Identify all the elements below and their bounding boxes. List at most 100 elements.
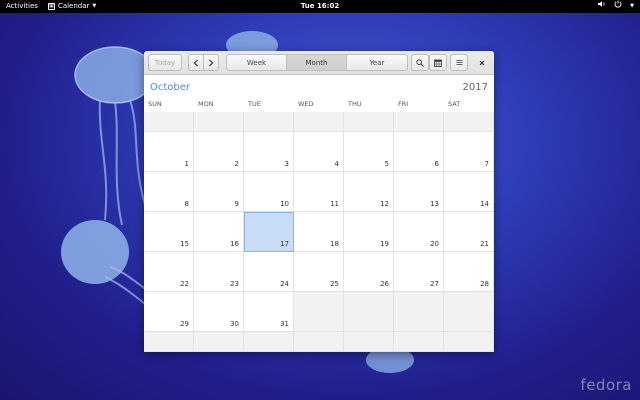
day-cell[interactable]: 11 (294, 172, 344, 212)
day-cell[interactable]: 13 (394, 172, 444, 212)
weekday-label: MON (198, 100, 214, 108)
view-month-button[interactable]: Month (286, 54, 347, 71)
day-cell[interactable]: 31 (244, 292, 294, 332)
power-icon (614, 0, 622, 13)
hamburger-icon (456, 60, 462, 65)
day-number: 28 (480, 280, 489, 288)
day-cell[interactable]: 12 (344, 172, 394, 212)
day-cell[interactable] (194, 332, 244, 352)
day-cell[interactable]: 8 (144, 172, 194, 212)
dropdown-arrow-icon: ▼ (92, 3, 97, 9)
day-cell[interactable] (294, 292, 344, 332)
day-number: 11 (330, 200, 339, 208)
weekday-label: THU (348, 100, 362, 108)
weekday-label: TUE (248, 100, 261, 108)
day-cell[interactable]: 7 (444, 132, 494, 172)
fedora-watermark: fedora (580, 376, 632, 394)
day-number: 12 (380, 200, 389, 208)
day-cell[interactable]: 14 (444, 172, 494, 212)
day-cell[interactable] (294, 112, 344, 132)
day-cell[interactable]: 10 (244, 172, 294, 212)
day-cell[interactable]: 27 (394, 252, 444, 292)
day-number: 8 (184, 200, 189, 208)
next-button[interactable] (203, 54, 219, 71)
day-cell[interactable]: 21 (444, 212, 494, 252)
day-number: 27 (430, 280, 439, 288)
chevron-left-icon (193, 59, 198, 66)
day-number: 7 (484, 160, 489, 168)
day-cell[interactable] (444, 112, 494, 132)
clock[interactable]: Tue 16:02 (301, 2, 339, 10)
day-cell[interactable]: 23 (194, 252, 244, 292)
day-cell[interactable]: 15 (144, 212, 194, 252)
day-number: 14 (480, 200, 489, 208)
month-title: October (150, 82, 191, 93)
day-cell[interactable]: 19 (344, 212, 394, 252)
view-year-button[interactable]: Year (346, 54, 408, 71)
day-cell[interactable]: 29 (144, 292, 194, 332)
day-cell[interactable]: 24 (244, 252, 294, 292)
day-cell[interactable]: 4 (294, 132, 344, 172)
view-week-button[interactable]: Week (226, 54, 287, 71)
day-cell[interactable] (394, 112, 444, 132)
chevron-down-icon: ▼ (630, 3, 634, 9)
day-cell[interactable]: 26 (344, 252, 394, 292)
today-button[interactable]: Today (148, 54, 182, 71)
app-menu[interactable]: ▦ Calendar ▼ (47, 0, 97, 13)
app-menu-label: Calendar (57, 2, 90, 10)
day-number: 4 (334, 160, 339, 168)
day-number: 18 (330, 240, 339, 248)
day-number: 13 (430, 200, 439, 208)
day-number: 29 (180, 320, 189, 328)
header-bar: Today Week Month Year (144, 51, 494, 75)
day-cell[interactable] (144, 332, 194, 352)
day-cell[interactable] (394, 332, 444, 352)
day-number: 3 (284, 160, 289, 168)
chevron-right-icon (209, 59, 214, 66)
day-cell[interactable]: 6 (394, 132, 444, 172)
day-cell[interactable]: 25 (294, 252, 344, 292)
day-number: 24 (280, 280, 289, 288)
day-cell[interactable]: 5 (344, 132, 394, 172)
day-cell[interactable] (344, 292, 394, 332)
day-number: 31 (280, 320, 289, 328)
day-cell[interactable]: 28 (444, 252, 494, 292)
day-number: 10 (280, 200, 289, 208)
day-cell-today[interactable]: 17 (244, 212, 294, 252)
previous-button[interactable] (188, 54, 204, 71)
day-cell[interactable]: 1 (144, 132, 194, 172)
month-grid: 1 2 3 4 5 6 7 8 9 10 11 12 13 14 15 16 17 18 19 20 21 22 23 24 2… (144, 112, 494, 352)
day-number: 20 (430, 240, 439, 248)
day-cell[interactable]: 3 (244, 132, 294, 172)
search-icon (416, 58, 424, 67)
day-cell[interactable]: 30 (194, 292, 244, 332)
day-cell[interactable] (344, 332, 394, 352)
day-cell[interactable] (194, 112, 244, 132)
day-number: 16 (230, 240, 239, 248)
menu-button[interactable] (450, 54, 468, 71)
day-cell[interactable] (144, 112, 194, 132)
day-cell[interactable] (344, 112, 394, 132)
day-cell[interactable]: 16 (194, 212, 244, 252)
day-number: 17 (280, 240, 289, 248)
calendar-list-button[interactable] (429, 54, 447, 71)
day-cell[interactable] (244, 332, 294, 352)
day-cell[interactable]: 9 (194, 172, 244, 212)
day-cell[interactable] (394, 292, 444, 332)
day-cell[interactable] (444, 332, 494, 352)
day-cell[interactable] (244, 112, 294, 132)
day-cell[interactable]: 18 (294, 212, 344, 252)
activities-button[interactable]: Activities (6, 0, 38, 13)
top-bar: Activities ▦ Calendar ▼ Tue 16:02 ▼ (0, 0, 640, 13)
day-number: 25 (330, 280, 339, 288)
day-number: 19 (380, 240, 389, 248)
weekday-label: SUN (148, 100, 162, 108)
day-cell[interactable] (444, 292, 494, 332)
search-button[interactable] (411, 54, 429, 71)
day-cell[interactable]: 22 (144, 252, 194, 292)
close-button[interactable] (475, 56, 489, 70)
day-cell[interactable]: 2 (194, 132, 244, 172)
system-tray[interactable]: ▼ (598, 0, 634, 13)
day-cell[interactable]: 20 (394, 212, 444, 252)
day-cell[interactable] (294, 332, 344, 352)
